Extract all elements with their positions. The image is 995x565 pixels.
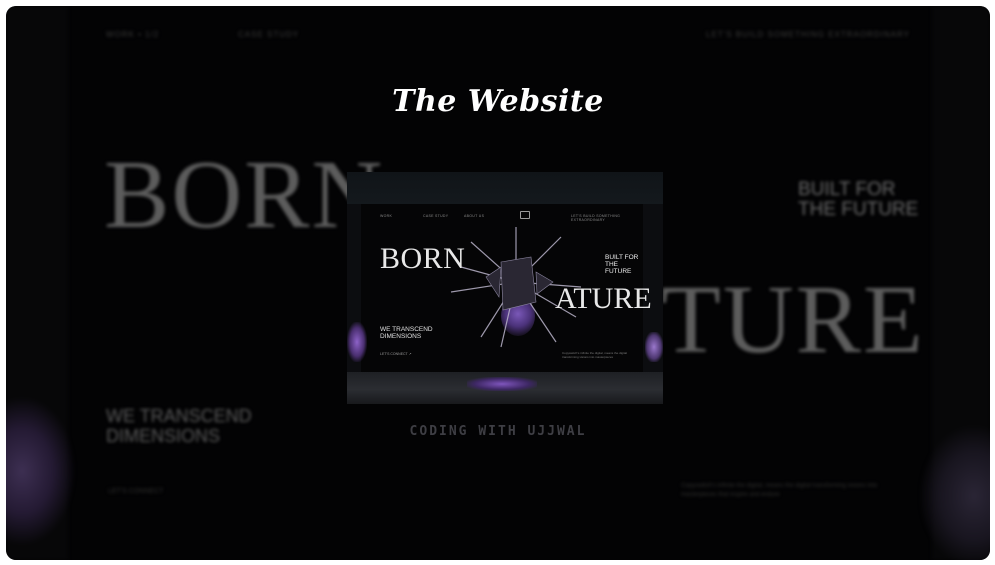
bg-built-line2: THE FUTURE <box>798 199 919 220</box>
watermark: CODING WITH UJJWAL <box>409 424 587 439</box>
video-frame: WORK • 1/2 CASE STUDY LET'S BUILD SOMETH… <box>6 6 990 560</box>
bg-paragraph: Copyswitch's infinite the digital, means… <box>681 483 878 498</box>
preview-top-strip <box>347 172 663 204</box>
preview-nav-case: CASE STUDY <box>423 214 449 218</box>
bg-headline-ture: TURE <box>661 266 925 374</box>
preview-screen: WORK CASE STUDY ABOUT US LET'S BUILD SOM… <box>361 204 652 380</box>
bg-built-line1: BUILT FOR <box>798 179 896 200</box>
bg-headline-born: BORN <box>104 141 385 249</box>
bg-built-text: BUILT FOR THE FUTURE <box>798 180 918 220</box>
website-preview: WORK CASE STUDY ABOUT US LET'S BUILD SOM… <box>347 172 663 404</box>
preview-nav-work: WORK <box>380 214 393 218</box>
flower-right <box>920 426 990 560</box>
preview-built-text: BUILT FOR THE FUTURE <box>605 254 643 275</box>
preview-flower-right <box>645 332 663 362</box>
preview-logo-icon <box>520 211 530 219</box>
bg-nav-right: LET'S BUILD SOMETHING EXTRAORDINARY <box>706 30 910 39</box>
bg-contact: LET'S CONNECT <box>108 488 164 495</box>
preview-contact-link: LET'S CONNECT ↗ <box>380 352 412 356</box>
bg-nav-work: WORK • 1/2 <box>106 30 160 39</box>
preview-headline-ature: ATURE <box>555 282 652 315</box>
preview-flower-bottom <box>467 377 537 391</box>
preview-nav-about: ABOUT US <box>464 214 485 218</box>
bg-transcend-line1: WE TRANSCEND <box>106 406 252 426</box>
preview-built-line1: BUILT FOR <box>605 254 639 261</box>
preview-transcend-line2: DIMENSIONS <box>380 333 422 340</box>
preview-transcend-line1: WE TRANSCEND <box>380 326 433 333</box>
video-title: The Website <box>392 84 604 119</box>
preview-flower-left <box>347 322 367 362</box>
preview-transcend-text: WE TRANSCEND DIMENSIONS <box>380 326 433 340</box>
preview-built-line2: THE FUTURE <box>605 261 632 275</box>
preview-nav-cta: LET'S BUILD SOMETHING EXTRAORDINARY <box>571 214 621 222</box>
preview-headline-born: BORN <box>380 242 466 275</box>
flower-left <box>6 396 76 546</box>
preview-description: Copyswitch's infinite the digital, means… <box>562 351 627 359</box>
bg-nav-case: CASE STUDY <box>238 30 300 39</box>
